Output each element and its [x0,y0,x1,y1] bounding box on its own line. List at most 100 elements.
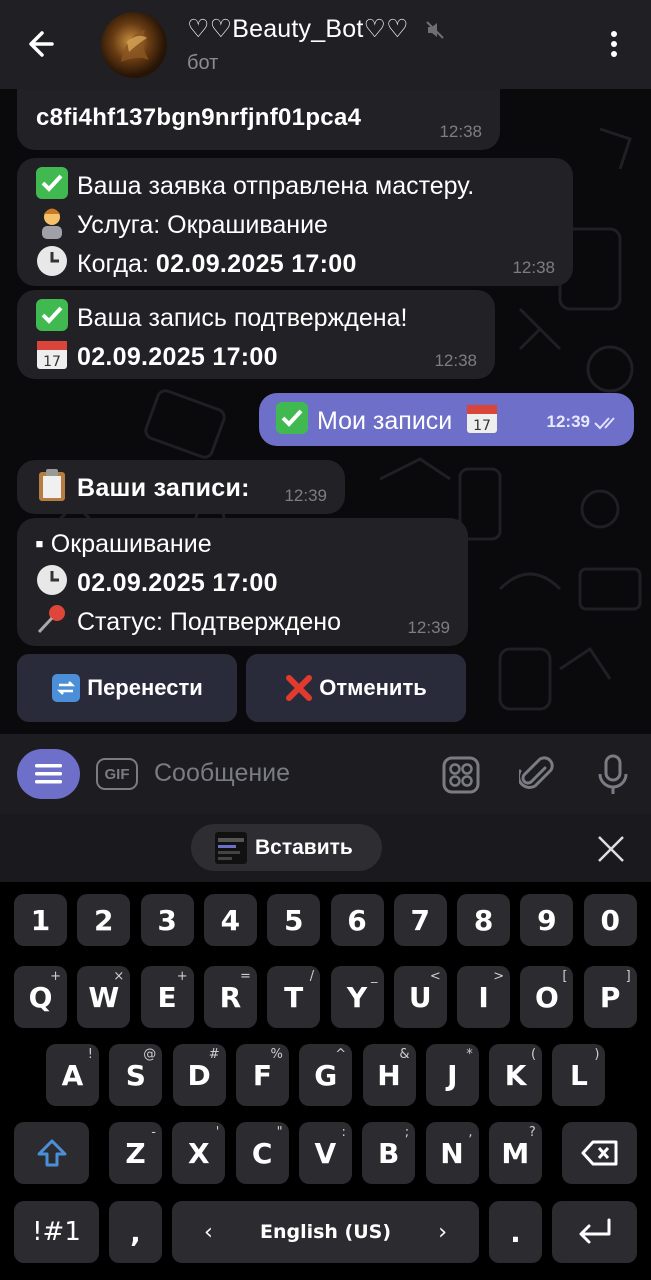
key-k[interactable]: K( [489,1044,543,1106]
key-hint: , [468,1125,473,1140]
menu-icon [35,764,62,784]
backspace-key[interactable] [562,1122,637,1184]
enter-key[interactable] [552,1201,637,1263]
key-hint: = [239,969,251,984]
message-bubble[interactable]: Ваши записи: 12:39 [17,460,345,514]
paste-button[interactable]: Вставить [191,824,382,871]
key-label: J [447,1058,458,1092]
keyboard-clipboard-bar: Вставить [0,814,651,882]
key-hint: + [50,969,61,984]
key-v[interactable]: V: [298,1122,352,1184]
key-u[interactable]: U < [393,966,447,1028]
check-mark-icon [276,402,308,434]
chat-title[interactable]: ♡♡Beauty_Bot♡♡ [187,14,409,44]
bot-avatar[interactable] [101,12,167,78]
shift-key[interactable] [14,1122,89,1184]
chat-area[interactable]: c8fi4hf137bgn9nrfjnf01pca4 12:38 Ваша за… [0,89,651,734]
key-n[interactable]: N, [425,1122,479,1184]
microphone-icon[interactable] [597,754,629,796]
key-x[interactable]: X ' [172,1122,226,1184]
bot-menu-button[interactable] [17,749,80,799]
message-time: 12:39 [407,618,450,637]
key-6[interactable]: 6 [330,894,384,946]
key-hint: - [151,1125,156,1140]
key-a[interactable]: A! [46,1044,99,1106]
key-q[interactable]: Q + [14,966,67,1028]
key-o[interactable]: O[ [520,966,574,1028]
key-t[interactable]: T / [267,966,321,1028]
key-c[interactable]: C " [235,1122,289,1184]
key-g[interactable]: G ^ [299,1044,353,1106]
message-input[interactable]: Сообщение [154,759,290,788]
message-bubble[interactable]: Ваша заявка отправлена мастеру. Услуга: … [17,158,573,286]
comma-label: , [130,1215,141,1249]
symbols-key[interactable]: !#1 [14,1201,99,1263]
message-time: 12:38 [512,258,555,277]
key-m[interactable]: M? [488,1122,542,1184]
key-9[interactable]: 9 [520,894,574,946]
key-label: A [61,1058,84,1092]
reschedule-button[interactable]: Перенести [17,654,237,722]
gif-button[interactable]: GIF [96,758,138,790]
key-label: L [569,1058,588,1092]
key-s[interactable]: S @ [109,1044,163,1106]
key-hint: @ [143,1047,157,1062]
period-key[interactable]: . [489,1201,542,1263]
message-time: 12:39 [546,412,590,431]
message-time: 12:38 [439,122,482,141]
close-icon[interactable] [596,834,626,864]
key-p[interactable]: P] [583,966,637,1028]
key-hint: " [276,1125,283,1140]
more-vert-icon[interactable] [600,26,628,62]
my-bookings-text: Мои записи [317,407,453,435]
key-5[interactable]: 5 [267,894,321,946]
key-7[interactable]: 7 [393,894,447,946]
space-key[interactable]: ‹ English (US) › [172,1201,479,1263]
clipboard-icon [39,469,65,501]
key-label: C [251,1136,273,1170]
key-r[interactable]: R = [203,966,257,1028]
key-3[interactable]: 3 [140,894,194,946]
key-e[interactable]: E + [140,966,194,1028]
back-arrow-icon[interactable] [20,26,64,62]
key-j[interactable]: J * [425,1044,479,1106]
key-hint: + [176,969,188,984]
attach-icon[interactable] [519,754,555,794]
key-label: E [157,980,177,1014]
key-label: X [188,1136,210,1170]
key-y[interactable]: Y _ [330,966,384,1028]
svg-text:17: 17 [43,354,61,370]
key-1[interactable]: 1 [14,894,67,946]
key-2[interactable]: 2 [77,894,131,946]
message-bubble[interactable]: Ваша запись подтверждена! 17 02.09.2025 1… [17,290,495,379]
key-4[interactable]: 4 [203,894,257,946]
when-value: 02.09.2025 17:00 [155,250,357,278]
key-hint: × [113,969,125,984]
comma-key[interactable]: , [109,1201,162,1263]
key-label: R [219,980,242,1014]
svg-text:17: 17 [473,418,491,434]
on-screen-keyboard: 1234567890 Q + W × E + R = T / Y _ U < I > O[P] A! S @ D # F%… [0,882,651,1280]
message-bubble[interactable]: ▪ Окрашивание 02.09.2025 17:00 Статус: П… [17,518,468,646]
key-8[interactable]: 8 [457,894,511,946]
key-b[interactable]: B; [362,1122,416,1184]
booking-datetime: 02.09.2025 17:00 [77,569,278,597]
key-label: U [408,980,432,1014]
key-z[interactable]: Z- [109,1122,162,1184]
message-time: 12:38 [434,351,477,370]
emoji-grid-icon[interactable] [442,756,480,794]
message-bubble[interactable]: c8fi4hf137bgn9nrfjnf01pca4 12:38 [17,89,500,150]
key-d[interactable]: D # [172,1044,226,1106]
key-hint: ( [531,1047,537,1062]
service-text: Услуга: Окрашивание [77,211,328,239]
outgoing-message-bubble[interactable]: Мои записи 17 12:39 [259,393,634,446]
key-h[interactable]: H & [362,1044,416,1106]
key-f[interactable]: F% [235,1044,289,1106]
cancel-booking-button[interactable]: Отменить [246,654,466,722]
key-hint: ^ [335,1047,347,1062]
key-l[interactable]: L) [552,1044,606,1106]
chat-header: ♡♡Beauty_Bot♡♡ бот [0,0,651,89]
key-w[interactable]: W × [77,966,131,1028]
key-0[interactable]: 0 [583,894,637,946]
key-i[interactable]: I > [457,966,511,1028]
